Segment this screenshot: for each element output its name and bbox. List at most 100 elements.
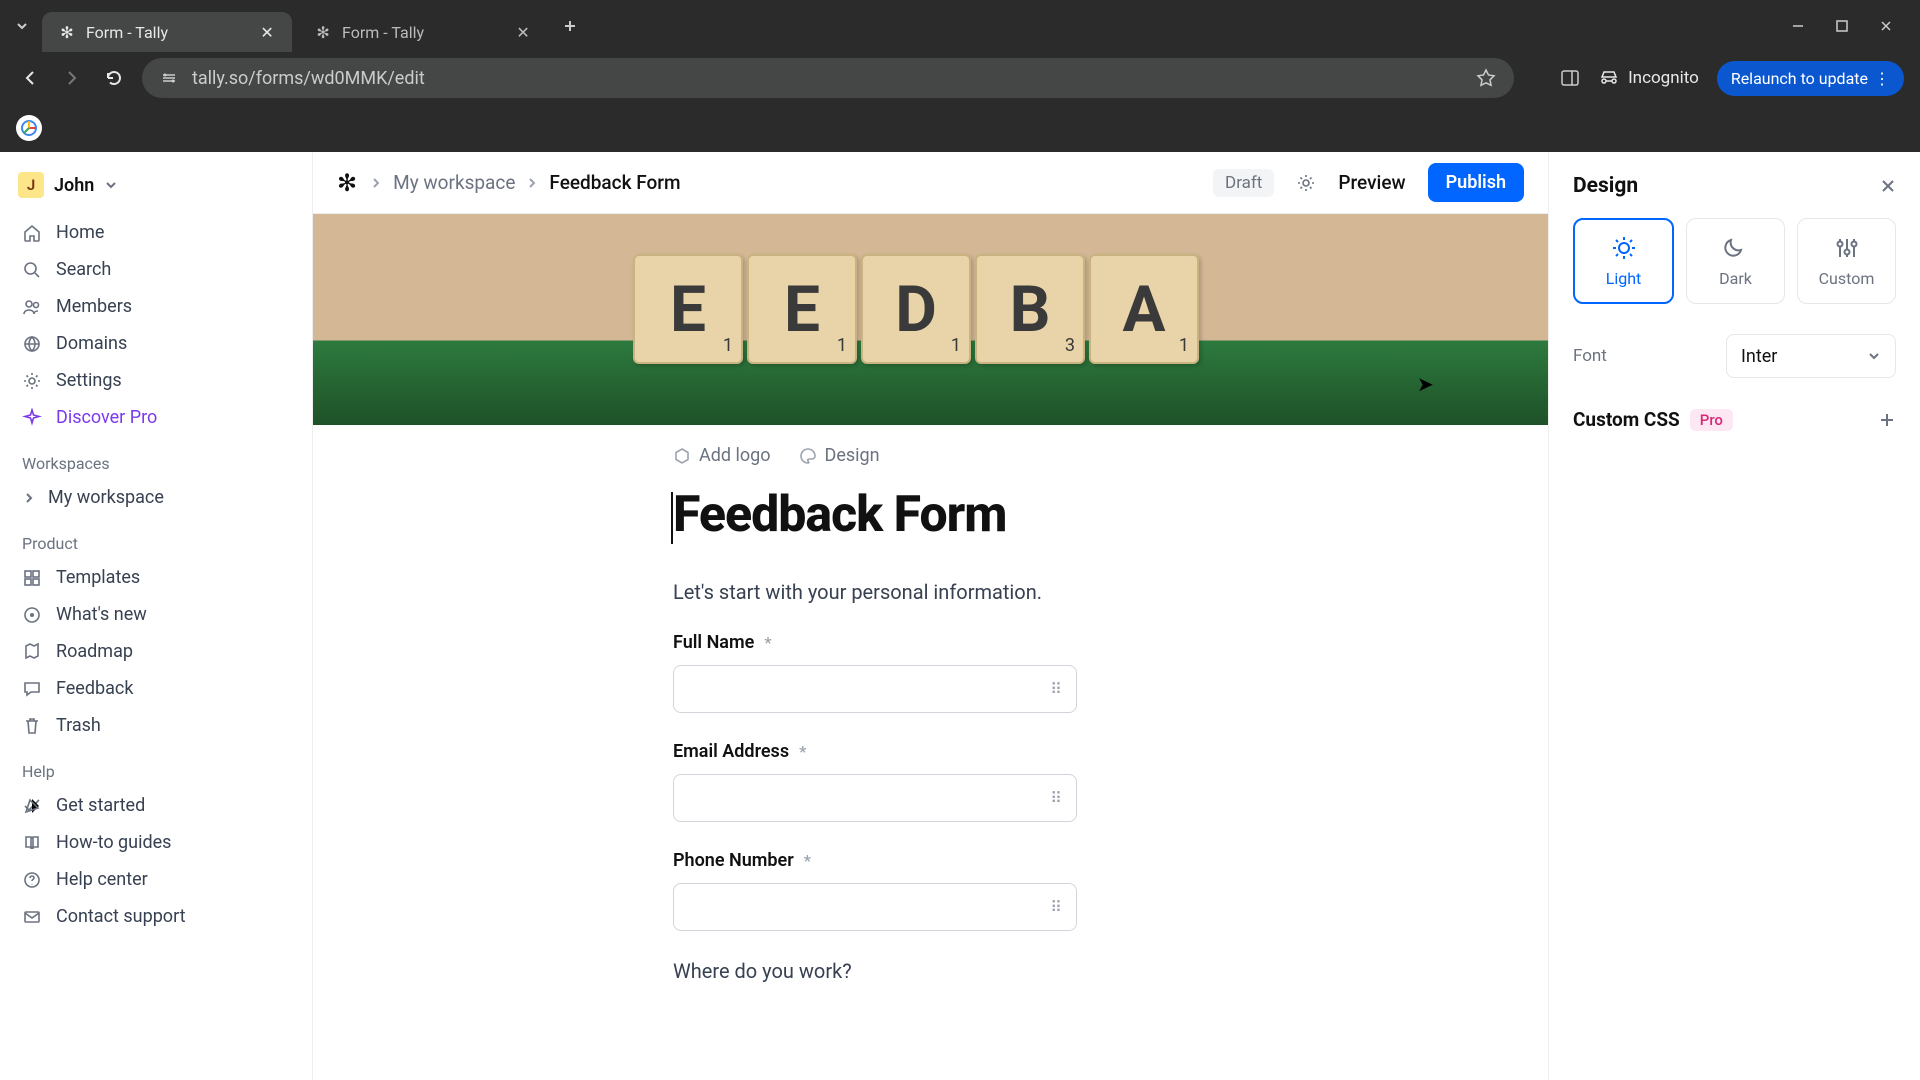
user-menu[interactable]: J John	[0, 166, 312, 214]
nav-label: Settings	[56, 370, 122, 391]
close-icon[interactable]: ✕	[258, 23, 276, 41]
nav-label: Domains	[56, 333, 127, 354]
editor-topbar: ✻ My workspace Feedback Form Draft Previ…	[313, 152, 1548, 214]
close-panel-button[interactable]	[1880, 178, 1896, 194]
preview-button[interactable]: Preview	[1338, 171, 1405, 194]
cover-image[interactable]: E1 E1 D1 B3 A1 ➤	[313, 214, 1548, 425]
new-tab-button[interactable]	[556, 12, 584, 40]
chevron-down-icon	[1867, 349, 1881, 363]
sidebar-item-feedback[interactable]: Feedback	[0, 670, 312, 707]
google-shortcut[interactable]	[16, 115, 42, 141]
tab-search-dropdown[interactable]	[8, 12, 36, 40]
sidebar-item-templates[interactable]: Templates	[0, 559, 312, 596]
drag-handle-icon[interactable]: ⠿	[1050, 789, 1064, 808]
top-actions: Draft Preview Publish	[1213, 163, 1524, 202]
theme-dark[interactable]: Dark	[1686, 218, 1785, 304]
sidebar-item-get-started[interactable]: Get started	[0, 787, 312, 824]
browser-right-icons: Incognito Relaunch to update ⋮	[1560, 61, 1904, 96]
phone-input[interactable]: ⠿	[673, 883, 1077, 931]
nav-label: Search	[56, 259, 111, 280]
relaunch-button[interactable]: Relaunch to update ⋮	[1717, 61, 1904, 96]
close-icon[interactable]: ✕	[514, 23, 532, 41]
chevron-down-icon	[104, 178, 118, 192]
question-text[interactable]: Where do you work?	[673, 959, 1548, 983]
bookmark-star-icon[interactable]	[1476, 68, 1496, 88]
sidebar-item-whats-new[interactable]: What's new	[0, 596, 312, 633]
sidebar-item-domains[interactable]: Domains	[0, 325, 312, 362]
browser-tab-inactive[interactable]: ✻ Form - Tally ✕	[298, 12, 548, 52]
font-select[interactable]: Inter	[1726, 334, 1896, 378]
settings-gear-button[interactable]	[1296, 173, 1316, 193]
editor-column: ✻ My workspace Feedback Form Draft Previ…	[313, 152, 1548, 1080]
nav-label: Members	[56, 296, 132, 317]
theme-light[interactable]: Light	[1573, 218, 1674, 304]
sidebar-item-roadmap[interactable]: Roadmap	[0, 633, 312, 670]
getstarted-icon	[22, 796, 42, 816]
draft-badge: Draft	[1213, 169, 1274, 197]
incognito-icon	[1598, 67, 1620, 89]
close-window-button[interactable]	[1876, 16, 1896, 36]
avatar: J	[18, 172, 44, 198]
nav-label: What's new	[56, 604, 147, 625]
incognito-badge[interactable]: Incognito	[1598, 67, 1699, 89]
tab-title: Form - Tally	[342, 23, 424, 42]
font-label: Font	[1573, 346, 1607, 366]
members-icon	[22, 297, 42, 317]
drag-handle-icon[interactable]: ⠿	[1050, 680, 1064, 699]
reload-button[interactable]	[100, 64, 128, 92]
full-name-input[interactable]: ⠿	[673, 665, 1077, 713]
email-input[interactable]: ⠿	[673, 774, 1077, 822]
drag-handle-icon[interactable]: ⠿	[1050, 898, 1064, 917]
arrow-left-icon	[20, 68, 40, 88]
publish-button[interactable]: Publish	[1428, 163, 1524, 202]
add-logo-label: Add logo	[699, 445, 771, 466]
sliders-icon	[1834, 235, 1860, 261]
nav-label: Templates	[56, 567, 140, 588]
palette-icon	[799, 447, 817, 465]
add-logo-button[interactable]: Add logo	[673, 445, 771, 466]
theme-custom[interactable]: Custom	[1797, 218, 1896, 304]
forward-button[interactable]	[58, 64, 86, 92]
browser-tab-active[interactable]: ✻ Form - Tally ✕	[42, 12, 292, 52]
sidebar-item-search[interactable]: Search	[0, 251, 312, 288]
sidebar-item-help-center[interactable]: Help center	[0, 861, 312, 898]
design-button[interactable]: Design	[799, 445, 880, 466]
tile: A1	[1089, 254, 1199, 364]
address-bar[interactable]: tally.so/forms/wd0MMK/edit	[142, 58, 1514, 98]
maximize-button[interactable]	[1832, 16, 1852, 36]
contact-icon	[22, 907, 42, 927]
field-label[interactable]: Phone Number *	[673, 850, 1548, 883]
back-button[interactable]	[16, 64, 44, 92]
sidebar-item-howto[interactable]: How-to guides	[0, 824, 312, 861]
sidebar-item-members[interactable]: Members	[0, 288, 312, 325]
form-title[interactable]: Feedback Form	[673, 478, 1548, 580]
chevron-right-icon	[371, 176, 381, 190]
panel-icon[interactable]	[1560, 68, 1580, 88]
add-css-button[interactable]	[1878, 411, 1896, 429]
sidebar-item-discover-pro[interactable]: Discover Pro	[0, 399, 312, 436]
sidebar-item-contact[interactable]: Contact support	[0, 898, 312, 935]
breadcrumb-form[interactable]: Feedback Form	[549, 171, 680, 194]
font-row: Font Inter	[1573, 334, 1896, 408]
tile: B3	[975, 254, 1085, 364]
theme-label: Dark	[1719, 269, 1752, 288]
minimize-button[interactable]	[1788, 16, 1808, 36]
product-section-label: Product	[0, 516, 312, 559]
arrow-right-icon	[62, 68, 82, 88]
design-label: Design	[825, 445, 880, 466]
sidebar-item-home[interactable]: Home	[0, 214, 312, 251]
field-label[interactable]: Full Name *	[673, 632, 1548, 665]
workspace-name: My workspace	[48, 487, 164, 508]
sidebar-item-settings[interactable]: Settings	[0, 362, 312, 399]
breadcrumb-workspace[interactable]: My workspace	[393, 171, 515, 194]
whatsnew-icon	[22, 605, 42, 625]
intro-text[interactable]: Let's start with your personal informati…	[673, 580, 1548, 632]
form-meta-row: Add logo Design	[673, 445, 1548, 478]
workspace-item[interactable]: My workspace	[0, 479, 312, 516]
sidebar-item-trash[interactable]: Trash	[0, 707, 312, 744]
theme-selector: Light Dark Custom	[1573, 218, 1896, 334]
field-label[interactable]: Email Address *	[673, 741, 1548, 774]
site-info-icon[interactable]	[160, 69, 178, 87]
addressbar-row: tally.so/forms/wd0MMK/edit Incognito Rel…	[0, 52, 1920, 104]
tally-logo-icon[interactable]: ✻	[337, 169, 357, 197]
